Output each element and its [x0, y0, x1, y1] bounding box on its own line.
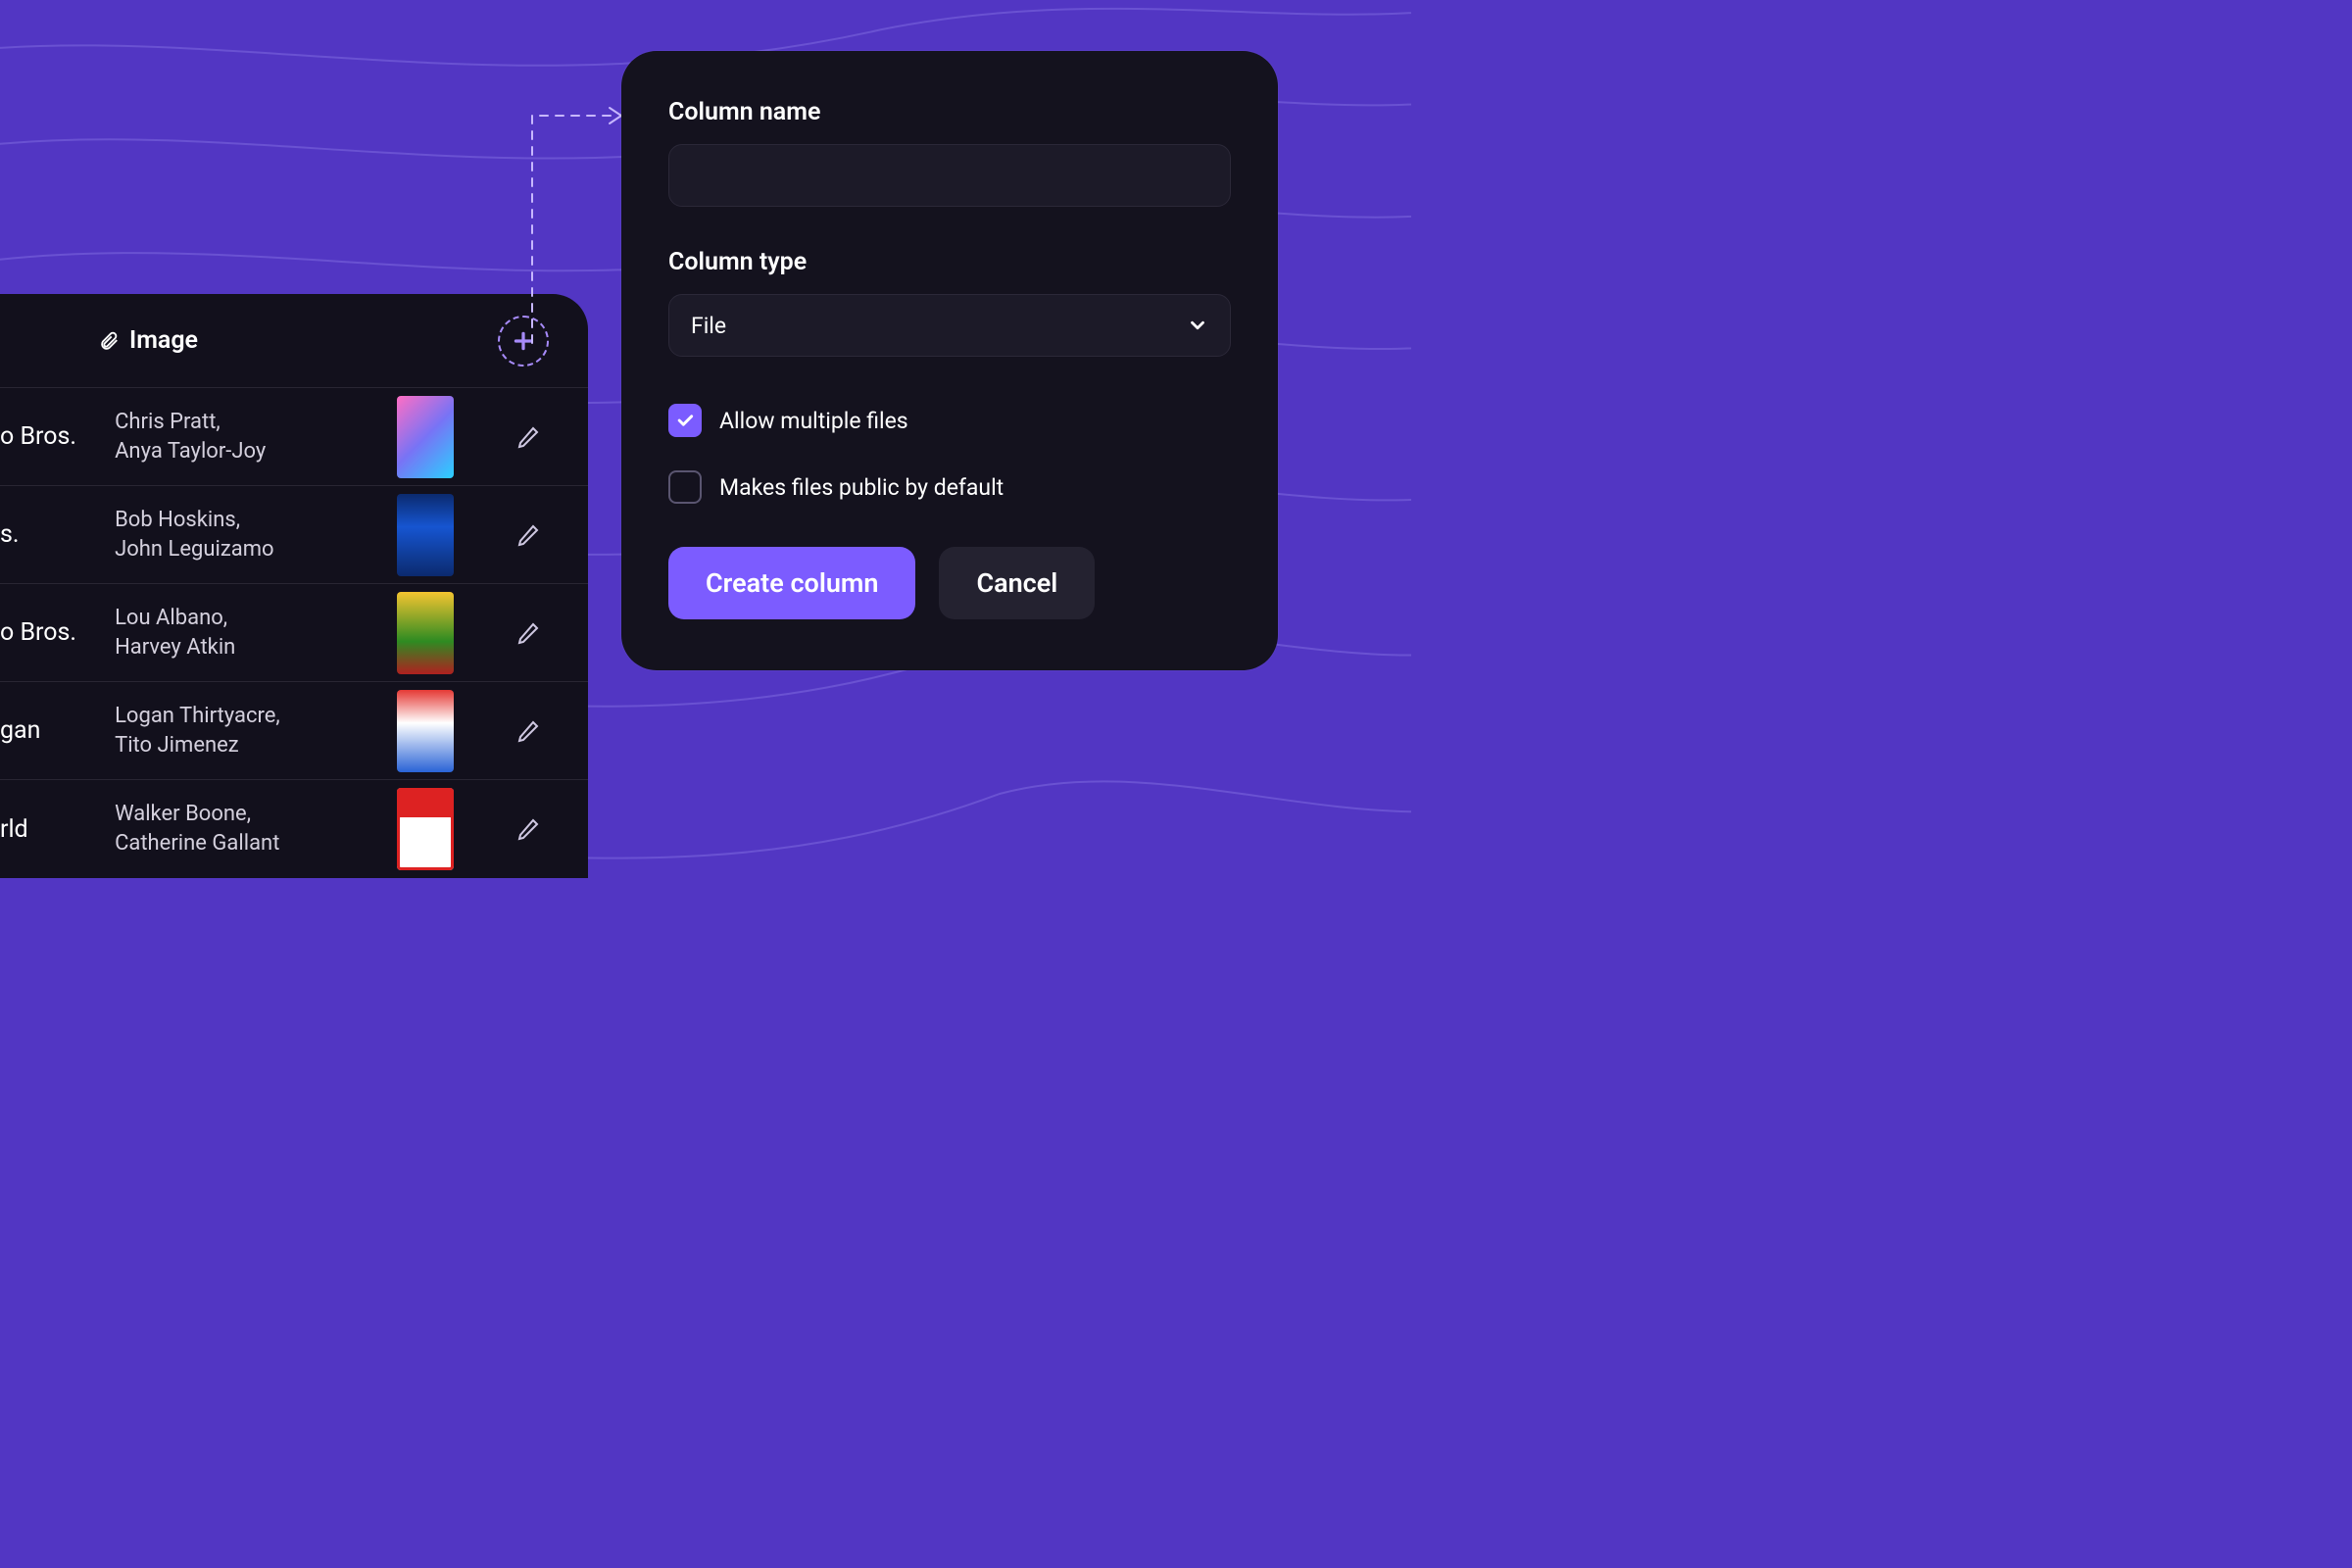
table-row[interactable]: rld Walker Boone,Catherine Gallant [0, 780, 588, 878]
column-header-image-label: Image [129, 326, 198, 355]
poster-thumbnail[interactable] [397, 690, 454, 772]
edit-row-button[interactable] [507, 514, 549, 557]
table-row[interactable]: gan Logan Thirtyacre,Tito Jimenez [0, 682, 588, 780]
column-header-directors[interactable]: Directors [0, 326, 98, 355]
edit-row-button[interactable] [507, 808, 549, 851]
column-name-input[interactable] [668, 144, 1231, 207]
pencil-icon [516, 817, 540, 841]
checkbox-checked-icon [668, 404, 702, 437]
cell-image [344, 396, 507, 478]
attachment-icon [98, 330, 120, 352]
poster-thumbnail[interactable] [397, 592, 454, 674]
public-by-default-checkbox[interactable]: Makes files public by default [668, 470, 1231, 504]
column-type-value: File [691, 313, 726, 339]
edit-row-button[interactable] [507, 710, 549, 753]
cell-title: o Bros. [0, 618, 115, 647]
cell-directors: Bob Hoskins,John Leguizamo [115, 506, 344, 564]
cell-directors: Lou Albano,Harvey Atkin [115, 604, 344, 662]
create-column-dialog: Column name Column type File Allow multi… [621, 51, 1278, 670]
cell-directors: Chris Pratt,Anya Taylor-Joy [115, 408, 344, 466]
column-name-label: Column name [668, 98, 1231, 126]
cell-image [344, 788, 507, 870]
poster-thumbnail[interactable] [397, 788, 454, 870]
cell-title: rld [0, 815, 115, 844]
checkbox-unchecked-icon [668, 470, 702, 504]
cell-image [344, 592, 507, 674]
cell-title: gan [0, 716, 115, 745]
cell-image [344, 690, 507, 772]
cancel-button[interactable]: Cancel [939, 547, 1095, 619]
table-row[interactable]: o Bros. Lou Albano,Harvey Atkin [0, 584, 588, 682]
cell-directors: Walker Boone,Catherine Gallant [115, 800, 344, 858]
edit-row-button[interactable] [507, 416, 549, 459]
pencil-icon [516, 425, 540, 449]
cell-title: o Bros. [0, 422, 115, 451]
plus-icon [511, 328, 536, 354]
add-column-button[interactable] [498, 316, 549, 367]
chevron-down-icon [1187, 315, 1208, 336]
create-column-button[interactable]: Create column [668, 547, 915, 619]
cell-directors: Logan Thirtyacre,Tito Jimenez [115, 702, 344, 760]
table-header-row: Directors Image [0, 294, 588, 388]
cell-title: s. [0, 520, 115, 549]
column-type-select[interactable]: File [668, 294, 1231, 357]
cell-image [344, 494, 507, 576]
edit-row-button[interactable] [507, 612, 549, 655]
pencil-icon [516, 523, 540, 547]
allow-multiple-files-label: Allow multiple files [719, 408, 908, 434]
table-row[interactable]: o Bros. Chris Pratt,Anya Taylor-Joy [0, 388, 588, 486]
column-header-image[interactable]: Image [98, 326, 265, 355]
create-column-button-label: Create column [706, 567, 878, 599]
poster-thumbnail[interactable] [397, 396, 454, 478]
column-type-label: Column type [668, 248, 1231, 276]
public-by-default-label: Makes files public by default [719, 474, 1004, 501]
table-row[interactable]: s. Bob Hoskins,John Leguizamo [0, 486, 588, 584]
poster-thumbnail[interactable] [397, 494, 454, 576]
allow-multiple-files-checkbox[interactable]: Allow multiple files [668, 404, 1231, 437]
pencil-icon [516, 621, 540, 645]
data-table-panel: Directors Image o Bros. Chris Pratt,Anya… [0, 294, 588, 878]
pencil-icon [516, 719, 540, 743]
cancel-button-label: Cancel [976, 567, 1057, 599]
